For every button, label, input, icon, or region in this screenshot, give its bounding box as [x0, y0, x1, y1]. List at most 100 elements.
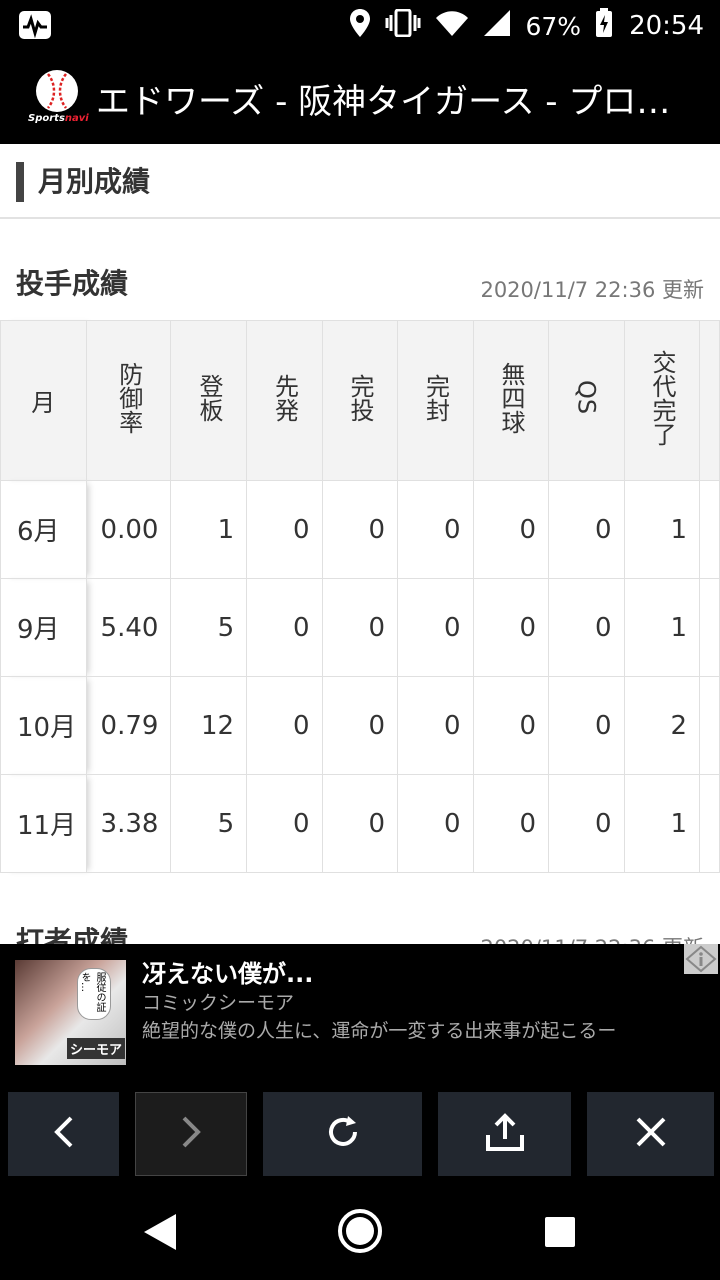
table-row: 11月 3.38 5 0 0 0 0 0 1 [0, 774, 720, 873]
column-header: 登板 [170, 320, 248, 481]
main-content[interactable]: 月別成績 投手成績 2020/11/7 22:36 更新 月 防御率 登板 先発… [0, 144, 720, 944]
table-cell-overflow [699, 480, 720, 579]
close-icon [634, 1115, 668, 1153]
ad-image-bubble: 服従の証を… [77, 968, 111, 1020]
share-icon [484, 1111, 526, 1157]
ad-banner[interactable]: 服従の証を… シーモア 冴えない僕が... コミックシーモア 絶望的な僕の人生に… [0, 944, 720, 1080]
column-header: 先発 [246, 320, 323, 481]
table-cell: 0 [321, 774, 399, 873]
clock: 20:54 [629, 11, 704, 41]
batting-updated: 2020/11/7 22:36 更新 [480, 932, 704, 944]
table-cell-overflow [699, 774, 720, 873]
table-row: 9月 5.40 5 0 0 0 0 0 1 [0, 578, 720, 677]
column-header: 月 [0, 320, 87, 481]
table-cell: 0 [548, 774, 625, 873]
nav-back-icon[interactable] [142, 1212, 178, 1256]
table-cell: 0 [397, 676, 474, 775]
nav-home-icon[interactable] [337, 1208, 383, 1258]
logo-text-accent: navi [64, 113, 89, 124]
sportsnavi-logo: Sportsnavi [26, 70, 89, 128]
reload-button[interactable] [263, 1092, 422, 1176]
table-cell: 0 [397, 480, 474, 579]
table-cell: 0 [321, 480, 399, 579]
table-cell: 0 [246, 578, 323, 677]
table-cell: 0 [548, 578, 625, 677]
table-header-row: 月 防御率 登板 先発 完投 完封 無四球 QS 交代完了 [0, 320, 720, 481]
back-button[interactable] [8, 1092, 119, 1176]
column-header: 交代完了 [623, 320, 701, 481]
table-cell: 11月 [0, 774, 87, 873]
logo-text: Sports [28, 113, 65, 124]
table-row: 6月 0.00 1 0 0 0 0 0 1 [0, 480, 720, 579]
ad-title[interactable]: 冴えない僕が... [142, 954, 313, 989]
table-cell: 0 [397, 578, 474, 677]
column-header: 完封 [397, 320, 474, 481]
close-button[interactable] [587, 1092, 714, 1176]
nav-recents-icon[interactable] [544, 1216, 576, 1252]
pitching-stats-table[interactable]: 月 防御率 登板 先発 完投 完封 無四球 QS 交代完了 6月 0.00 1 … [0, 320, 720, 873]
table-cell: 5 [170, 774, 248, 873]
signal-icon [483, 9, 511, 44]
table-cell: 5.40 [85, 578, 172, 677]
pitching-title: 投手成績 [16, 267, 129, 300]
table-cell: 10月 [0, 676, 87, 775]
column-header: 無四球 [472, 320, 550, 481]
table-cell: 12 [170, 676, 248, 775]
table-cell-overflow [699, 578, 720, 677]
table-row: 10月 0.79 12 0 0 0 0 0 2 [0, 676, 720, 775]
status-bar: 67% 20:54 [0, 0, 720, 52]
table-cell: 0 [246, 774, 323, 873]
table-cell: 9月 [0, 578, 87, 677]
ad-description: 絶望的な僕の人生に、運命が一変する出来事が起こるー [142, 1020, 617, 1042]
battery-percent: 67% [525, 11, 582, 41]
table-cell: 0.79 [85, 676, 172, 775]
column-header-overflow [699, 320, 720, 481]
table-cell: 0 [246, 676, 323, 775]
ad-image[interactable]: 服従の証を… シーモア [15, 960, 126, 1065]
location-icon [349, 8, 371, 45]
back-icon [52, 1114, 76, 1154]
table-cell: 0 [472, 480, 550, 579]
forward-icon [179, 1114, 203, 1154]
activity-icon [18, 10, 52, 40]
batting-title: 打者成績 [16, 925, 129, 944]
wifi-icon [435, 9, 469, 44]
reload-icon [323, 1112, 363, 1156]
pitching-updated: 2020/11/7 22:36 更新 [480, 278, 704, 302]
table-cell: 0 [321, 578, 399, 677]
ad-info-icon[interactable] [684, 944, 718, 974]
table-cell: 6月 [0, 480, 87, 579]
system-nav-bar [0, 1180, 720, 1280]
ad-source: コミックシーモア [142, 992, 295, 1014]
table-cell-overflow [699, 676, 720, 775]
table-cell: 0 [246, 480, 323, 579]
app-bar: Sportsnavi エドワーズ - 阪神タイガース - プロ… [0, 52, 720, 144]
table-cell: 0 [472, 676, 550, 775]
page-title: エドワーズ - 阪神タイガース - プロ… [96, 82, 671, 122]
table-cell: 0 [548, 480, 625, 579]
column-header: QS [548, 320, 625, 481]
ad-image-tag: シーモア [67, 1038, 126, 1059]
table-cell: 0 [321, 676, 399, 775]
table-cell: 0 [472, 774, 550, 873]
table-cell: 1 [623, 774, 701, 873]
column-header: 防御率 [85, 320, 172, 481]
column-header: 完投 [321, 320, 399, 481]
browser-toolbar [0, 1080, 720, 1180]
table-cell: 5 [170, 578, 248, 677]
table-cell: 0 [548, 676, 625, 775]
table-cell: 0 [472, 578, 550, 677]
table-cell: 3.38 [85, 774, 172, 873]
table-cell: 0 [397, 774, 474, 873]
table-cell: 1 [623, 480, 701, 579]
share-button[interactable] [438, 1092, 571, 1176]
table-cell: 2 [623, 676, 701, 775]
table-cell: 0.00 [85, 480, 172, 579]
table-cell: 1 [623, 578, 701, 677]
section-title: 月別成績 [16, 162, 150, 202]
battery-charging-icon [595, 7, 613, 45]
divider [0, 217, 720, 219]
forward-button[interactable] [135, 1092, 247, 1176]
vibrate-icon [385, 8, 421, 44]
table-cell: 1 [170, 480, 248, 579]
